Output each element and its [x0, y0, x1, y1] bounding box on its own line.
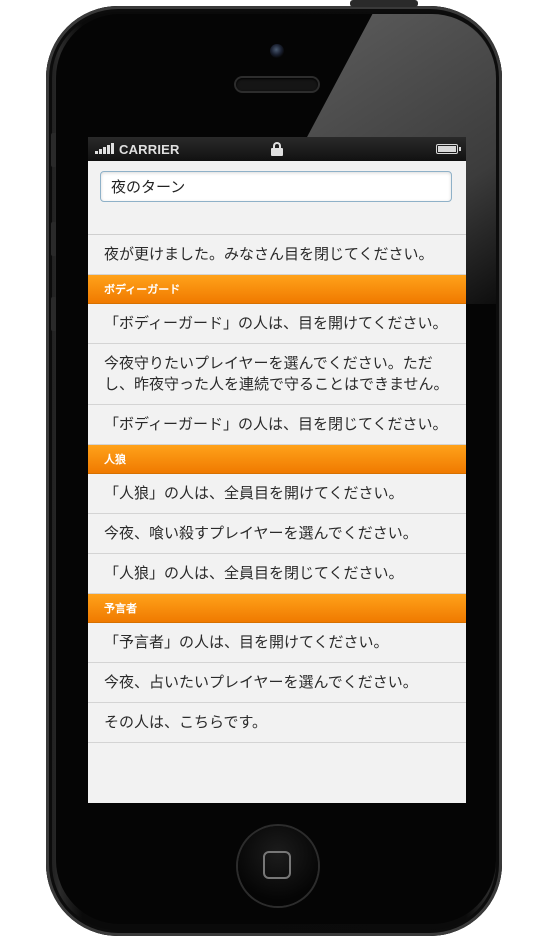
- list-divider: 予言者: [88, 594, 466, 623]
- list-item[interactable]: 夜が更けました。みなさん目を閉じてください。: [88, 235, 466, 275]
- list-item[interactable]: 「ボディーガード」の人は、目を閉じてください。: [88, 405, 466, 445]
- list: 夜が更けました。みなさん目を閉じてください。 ボディーガード 「ボディーガード」の人…: [88, 235, 466, 743]
- signal-icon: [95, 143, 114, 154]
- list-item[interactable]: 今夜守りたいプレイヤーを選んでください。ただし、昨夜守った人を連続で守ることはで…: [88, 344, 466, 405]
- search-input[interactable]: [100, 171, 452, 202]
- status-bar: CARRIER: [88, 137, 466, 161]
- list-item[interactable]: 今夜、占いたいプレイヤーを選んでください。: [88, 663, 466, 703]
- list-item[interactable]: 「予言者」の人は、目を開けてください。: [88, 623, 466, 663]
- search-area: [88, 161, 466, 235]
- camera-icon: [270, 44, 284, 58]
- list-divider: ボディーガード: [88, 275, 466, 304]
- battery-tip: [459, 147, 461, 151]
- app-screen: CARRIER 夜が更けました。みなさん目を閉じてください。ボディーガード「ボデ…: [88, 137, 466, 803]
- power-button: [350, 0, 418, 7]
- speaker-grille: [236, 78, 318, 91]
- battery-icon: [436, 144, 458, 154]
- list-divider: 人狼: [88, 445, 466, 474]
- list-item[interactable]: その人は、こちらです。: [88, 703, 466, 743]
- list-item[interactable]: 「人狼」の人は、全員目を開けてください。: [88, 474, 466, 514]
- list-item[interactable]: 今夜、喰い殺すプレイヤーを選んでください。: [88, 514, 466, 554]
- carrier-label: CARRIER: [119, 142, 180, 157]
- list-item[interactable]: 「ボディーガード」の人は、目を開けてください。: [88, 304, 466, 344]
- list-item[interactable]: 「人狼」の人は、全員目を閉じてください。: [88, 554, 466, 594]
- lock-icon: [271, 142, 283, 156]
- home-square-icon: [263, 851, 291, 879]
